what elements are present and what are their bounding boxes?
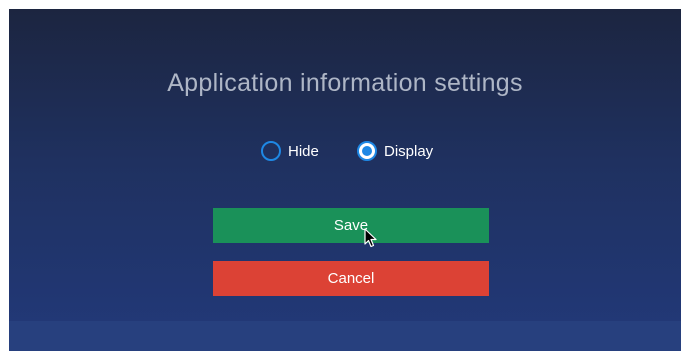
radio-display-label: Display xyxy=(384,142,434,160)
radio-display-circle[interactable] xyxy=(357,141,377,161)
tv-settings-screen: Application information settings Hide Di… xyxy=(9,9,681,351)
page-title: Application information settings xyxy=(167,69,523,97)
radio-display[interactable]: Display xyxy=(357,139,433,163)
radio-hide-circle[interactable] xyxy=(261,141,281,161)
save-button[interactable]: Save xyxy=(213,208,489,243)
cancel-button[interactable]: Cancel xyxy=(213,261,489,296)
bottom-band xyxy=(9,321,681,351)
radio-hide[interactable]: Hide xyxy=(261,139,319,163)
mouse-pointer-icon xyxy=(364,228,377,248)
visibility-radio-group: Hide Display xyxy=(9,139,681,163)
radio-hide-label: Hide xyxy=(288,142,319,160)
